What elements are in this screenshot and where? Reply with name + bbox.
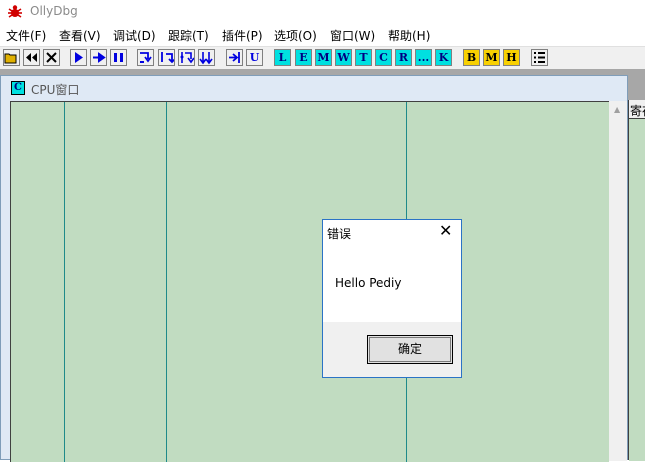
dialog-footer: 确定 <box>323 322 461 377</box>
cpu-window-icon: C <box>11 81 25 95</box>
menu-file[interactable]: 文件(F) <box>6 27 46 44</box>
execute-till-return-icon[interactable] <box>226 49 243 66</box>
pause-icon[interactable] <box>110 49 127 66</box>
menu-help[interactable]: 帮助(H) <box>388 27 430 44</box>
menu-window[interactable]: 窗口(W) <box>330 27 375 44</box>
menu-bar: 文件(F) 查看(V) 调试(D) 跟踪(T) 插件(P) 选项(O) 窗口(W… <box>0 24 645 46</box>
cpu-window-title: CPU窗口 <box>31 83 80 97</box>
registers-window-title: 寄存 <box>630 104 645 118</box>
cpu-window-titlebar[interactable]: C CPU窗口 <box>1 76 627 100</box>
threads-window-button[interactable]: T <box>355 49 372 66</box>
run-thread-icon[interactable] <box>90 49 107 66</box>
disassembly-pane[interactable] <box>10 101 609 462</box>
title-bar: OllyDbg <box>0 0 645 24</box>
list-icon[interactable] <box>531 49 548 66</box>
memory-map-window-button[interactable]: M <box>483 49 500 66</box>
app-title: OllyDbg <box>30 4 78 18</box>
open-icon[interactable] <box>3 49 20 66</box>
dialog-message: Hello Pediy <box>335 276 402 290</box>
toolbar: U L E M W T C R ... K B M H <box>0 46 645 70</box>
breakpoints-window-button[interactable]: B <box>463 49 480 66</box>
dialog-title: 错误 <box>327 227 352 241</box>
modules-window-button[interactable]: E <box>295 49 312 66</box>
references-window-button[interactable]: R <box>395 49 412 66</box>
error-dialog: 错误 ✕ Hello Pediy 确定 <box>322 219 462 378</box>
bug-icon <box>8 5 22 18</box>
execute-till-user-code-button[interactable]: U <box>246 49 263 66</box>
vertical-scrollbar[interactable]: ▲ <box>609 101 627 461</box>
menu-view[interactable]: 查看(V) <box>59 27 101 44</box>
cpu-window[interactable]: C CPU窗口 ▲ <box>0 75 628 462</box>
restart-icon[interactable] <box>23 49 40 66</box>
column-divider-hex[interactable] <box>166 102 167 462</box>
ok-button[interactable]: 确定 <box>367 335 453 364</box>
close-program-icon[interactable] <box>43 49 60 66</box>
menu-options[interactable]: 选项(O) <box>274 27 317 44</box>
step-into-icon[interactable] <box>137 49 154 66</box>
cpu-window-button[interactable]: C <box>375 49 392 66</box>
step-over-icon[interactable] <box>158 49 175 66</box>
handles-window-button[interactable]: H <box>503 49 520 66</box>
close-icon[interactable]: ✕ <box>439 222 452 240</box>
call-stack-window-button[interactable]: K <box>435 49 452 66</box>
log-window-button[interactable]: L <box>274 49 291 66</box>
trace-into-icon[interactable] <box>178 49 195 66</box>
menu-plugins[interactable]: 插件(P) <box>222 27 263 44</box>
column-divider-address[interactable] <box>64 102 65 462</box>
trace-over-icon[interactable] <box>198 49 215 66</box>
menu-debug[interactable]: 调试(D) <box>113 27 156 44</box>
run-trace-window-button[interactable]: ... <box>415 49 432 66</box>
registers-pane[interactable] <box>629 118 645 461</box>
scroll-up-arrow-icon[interactable]: ▲ <box>614 105 620 114</box>
memory-window-button[interactable]: M <box>315 49 332 66</box>
menu-trace[interactable]: 跟踪(T) <box>168 27 209 44</box>
windows-window-button[interactable]: W <box>335 49 352 66</box>
run-icon[interactable] <box>70 49 87 66</box>
registers-window[interactable]: 寄存 <box>628 100 645 461</box>
